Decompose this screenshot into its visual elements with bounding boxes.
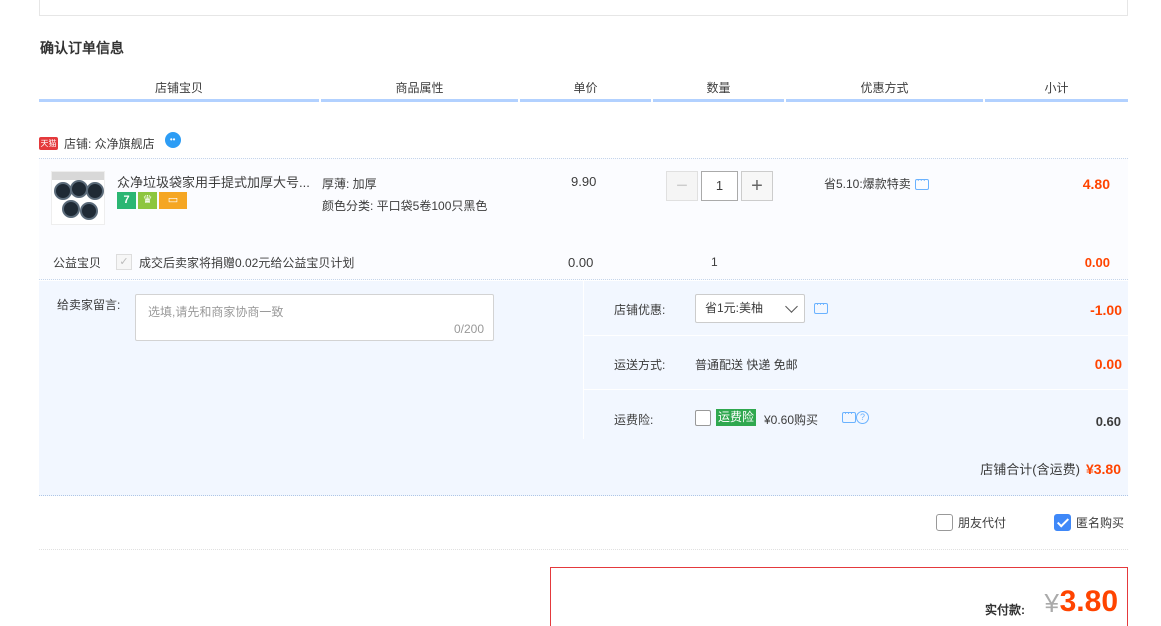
shop-total-value: ¥3.80 — [1085, 461, 1121, 477]
anonymous-checkbox[interactable] — [1054, 514, 1071, 531]
item-title-link[interactable]: 众净垃圾袋家用手提式加厚大号... — [117, 172, 312, 191]
charity-price: 0.00 — [568, 255, 594, 270]
shop-discount-selected: 省1元:美柚 — [705, 301, 764, 315]
chevron-down-icon — [785, 300, 798, 313]
shop-total-label: 店铺合计(含运费) — [980, 462, 1080, 477]
discount-info-icon[interactable] — [814, 299, 828, 314]
insurance-checkbox[interactable] — [695, 410, 711, 426]
previous-section-box — [39, 0, 1128, 16]
promo-text: 省5.10:爆款特卖 — [824, 177, 911, 191]
shop-discount-label: 店铺优惠: — [614, 303, 666, 317]
item-attr-color: 颜色分类: 平口袋5卷100只黑色 — [322, 199, 488, 213]
col-header-promo: 优惠方式 — [786, 80, 983, 102]
shop-discount-select[interactable]: 省1元:美柚 — [695, 294, 805, 323]
shop-discount-row: 店铺优惠: 省1元:美柚 -1.00 — [584, 281, 1129, 336]
tmall-icon: 天猫 — [39, 136, 58, 150]
col-header-attributes: 商品属性 — [321, 80, 518, 102]
charity-subtotal: 0.00 — [1084, 255, 1110, 270]
shipping-label: 运送方式: — [614, 358, 666, 372]
col-header-price: 单价 — [520, 80, 651, 102]
shop-name[interactable]: 店铺: 众净旗舰店 — [64, 135, 155, 152]
payment-label: 实付款: — [985, 603, 1025, 617]
shipping-row: 运送方式: 普通配送 快递 免邮 0.00 — [584, 336, 1129, 390]
insurance-chat-icon[interactable] — [842, 408, 856, 424]
col-header-shop-item: 店铺宝贝 — [39, 80, 319, 102]
order-info-panel: 给卖家留言: 选填,请先和商家协商一致 0/200 店铺优惠: 省1元:美柚 -… — [39, 281, 1129, 496]
insurance-info-icons: ? — [838, 408, 869, 425]
insurance-badge: 运费险 — [716, 409, 757, 426]
message-label: 给卖家留言: — [57, 298, 121, 312]
col-header-subtotal: 小计 — [985, 80, 1128, 102]
friend-pay-option[interactable]: 朋友代付 — [936, 514, 1006, 531]
credit-card-icon[interactable]: ▭ — [159, 192, 187, 209]
charity-checkbox: ✓ — [116, 254, 132, 270]
payment-amount: 3.80 — [1059, 585, 1118, 618]
question-icon[interactable]: ? — [856, 411, 869, 425]
message-textarea[interactable]: 选填,请先和商家协商一致 0/200 — [135, 294, 494, 341]
anonymous-label: 匿名购买 — [1076, 516, 1125, 530]
promo-info-icon[interactable] — [914, 175, 929, 191]
shop-total: 店铺合计(含运费) ¥3.80 — [980, 459, 1121, 478]
wangwang-chat-icon[interactable]: •• — [164, 132, 181, 148]
page-title: 确认订单信息 — [40, 40, 124, 56]
quantity-input[interactable]: 1 — [701, 171, 738, 201]
shipping-value: 0.00 — [1094, 356, 1122, 372]
item-attr-thickness: 厚薄: 加厚 — [322, 177, 377, 191]
message-placeholder: 选填,请先和商家协商一致 — [148, 305, 284, 319]
shipping-method: 普通配送 快递 免邮 — [695, 358, 798, 372]
service-icons: 7 ♛ ▭ — [117, 192, 187, 209]
table-header: 店铺宝贝 商品属性 单价 数量 优惠方式 小计 — [39, 80, 1128, 102]
quantity-stepper: − 1 + — [666, 171, 773, 201]
quantity-plus-button[interactable]: + — [741, 171, 773, 201]
item-subtotal: 4.80 — [1082, 176, 1110, 192]
insurance-label: 运费险: — [614, 413, 654, 427]
gift-icon[interactable]: ♛ — [138, 192, 157, 209]
item-promo: 省5.10:爆款特卖 — [824, 175, 929, 192]
payment-summary: 实付款: ¥ 3.80 — [550, 567, 1128, 626]
quantity-minus-button[interactable]: − — [666, 171, 698, 201]
item-thumbnail[interactable] — [51, 171, 105, 225]
friend-pay-checkbox[interactable] — [936, 514, 953, 531]
message-char-count: 0/200 — [453, 322, 484, 336]
currency-symbol: ¥ — [1044, 588, 1059, 618]
charity-text: 成交后卖家将捐赠0.02元给公益宝贝计划 — [139, 256, 355, 270]
seven-day-return-icon[interactable]: 7 — [117, 192, 136, 209]
shop-row: 天猫 店铺: 众净旗舰店 •• — [39, 132, 181, 154]
charity-quantity: 1 — [711, 255, 718, 269]
item-price: 9.90 — [571, 174, 597, 189]
shop-discount-value: -1.00 — [1090, 302, 1122, 318]
anonymous-option[interactable]: 匿名购买 — [1054, 514, 1124, 531]
order-options-panel: 店铺优惠: 省1元:美柚 -1.00 运送方式: 普通配送 快递 免邮 0.00… — [583, 281, 1129, 439]
order-extra-options: 朋友代付 匿名购买 — [39, 498, 1128, 550]
insurance-value: 0.60 — [1095, 414, 1121, 429]
order-item: 众净垃圾袋家用手提式加厚大号... 7 ♛ ▭ 厚薄: 加厚 颜色分类: 平口袋… — [39, 158, 1128, 280]
charity-label: 公益宝贝 — [53, 256, 102, 270]
insurance-price: ¥0.60购买 — [764, 413, 819, 427]
friend-pay-label: 朋友代付 — [958, 516, 1007, 530]
col-header-quantity: 数量 — [653, 80, 784, 102]
